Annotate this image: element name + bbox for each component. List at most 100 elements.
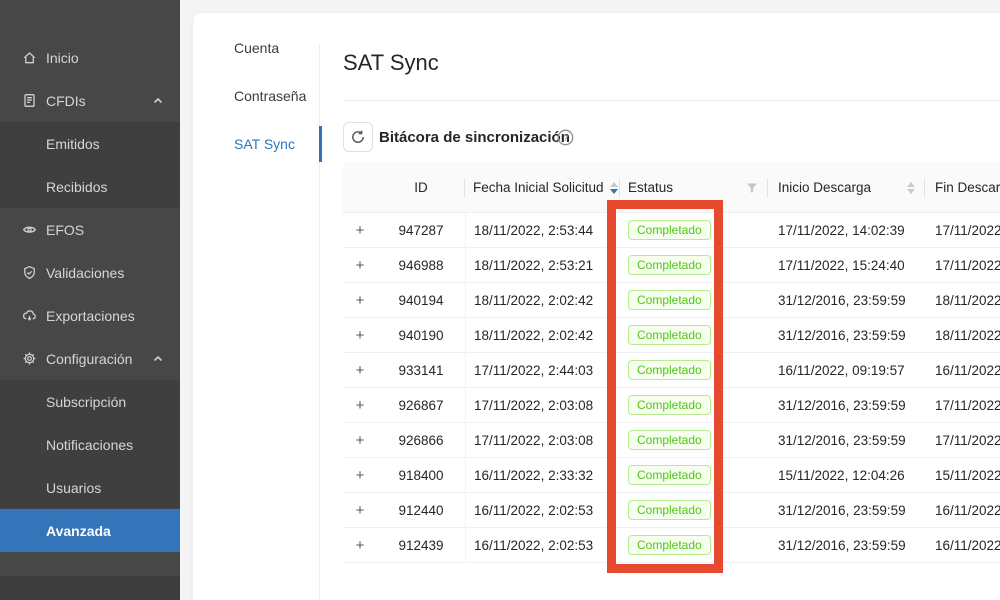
settings-tab-cuenta[interactable]: Cuenta [193,24,319,72]
status-badge: Completado [628,360,711,380]
configuracion-submenu: Subscripción Notificaciones Usuarios Ava… [0,380,180,552]
expand-row-button[interactable]: + [343,493,377,527]
expand-row-button[interactable]: + [343,318,377,352]
sidebar-item-subscripcion[interactable]: Subscripción [0,380,180,423]
cell-inicio-descarga: 17/11/2022, 14:02:39 [768,213,925,247]
title-divider [343,100,1000,101]
eye-icon [22,222,37,237]
status-badge: Completado [628,535,711,555]
sidebar-item-emitidos[interactable]: Emitidos [0,122,180,165]
log-section-title: Bitácora de sincronización [379,129,570,147]
settings-nav: Cuenta Contraseña SAT Sync [193,24,319,168]
cell-estatus: Completado [620,388,768,422]
expand-row-button[interactable]: + [343,458,377,492]
cell-inicio-descarga: 15/11/2022, 12:04:26 [768,458,925,492]
cell-inicio-descarga: 31/12/2016, 23:59:59 [768,283,925,317]
cell-id: 933141 [377,353,465,387]
cell-inicio-descarga: 31/12/2016, 23:59:59 [768,423,925,457]
filter-icon[interactable] [746,182,758,194]
sidebar-item-exportaciones[interactable]: Exportaciones [0,294,180,337]
sidebar-item-efos[interactable]: EFOS [0,208,180,251]
help-icon[interactable]: ? [557,129,574,146]
cell-fecha-inicial: 16/11/2022, 2:02:53 [465,528,620,562]
settings-tab-sat-sync[interactable]: SAT Sync [193,120,319,168]
cell-id: 947287 [377,213,465,247]
col-header-id[interactable]: ID [377,163,465,212]
sidebar-item-cfdis[interactable]: CFDIs [0,79,180,122]
status-badge: Completado [628,325,711,345]
col-header-estatus[interactable]: Estatus [620,163,768,212]
cell-estatus: Completado [620,528,768,562]
table-row: + 918400 16/11/2022, 2:33:32 Completado … [343,458,1000,493]
cell-fecha-inicial: 17/11/2022, 2:03:08 [465,423,620,457]
expand-row-button[interactable]: + [343,528,377,562]
cell-id: 926866 [377,423,465,457]
status-badge: Completado [628,430,711,450]
sort-icon [907,182,915,194]
col-header-fin-descarga[interactable]: Fin Descarga [925,163,1000,212]
cfdis-submenu: Emitidos Recibidos [0,122,180,208]
cell-fin-descarga: 18/11/2022, [925,318,1000,352]
table-header-row: ID Fecha Inicial Solicitud Estatus Inici… [343,163,1000,213]
sidebar-item-label: Inicio [46,50,79,66]
expand-row-button[interactable]: + [343,248,377,282]
gear-icon [22,351,37,366]
cell-estatus: Completado [620,248,768,282]
chevron-up-icon [152,95,164,107]
status-badge: Completado [628,255,711,275]
expand-row-button[interactable]: + [343,213,377,247]
cell-estatus: Completado [620,213,768,247]
sidebar-item-label: CFDIs [46,93,86,109]
cell-id: 918400 [377,458,465,492]
sidebar-item-label: Validaciones [46,265,124,281]
cell-id: 946988 [377,248,465,282]
cell-inicio-descarga: 31/12/2016, 23:59:59 [768,493,925,527]
cell-inicio-descarga: 31/12/2016, 23:59:59 [768,388,925,422]
cell-id: 926867 [377,388,465,422]
cell-fin-descarga: 17/11/2022, [925,423,1000,457]
cell-inicio-descarga: 31/12/2016, 23:59:59 [768,528,925,562]
cell-fecha-inicial: 17/11/2022, 2:03:08 [465,388,620,422]
table-row: + 926866 17/11/2022, 2:03:08 Completado … [343,423,1000,458]
table-row: + 912439 16/11/2022, 2:02:53 Completado … [343,528,1000,563]
cell-id: 940194 [377,283,465,317]
sidebar-item-label: EFOS [46,222,84,238]
sidebar-item-avanzada[interactable]: Avanzada [0,509,180,552]
col-header-inicio-descarga[interactable]: Inicio Descarga [768,163,925,212]
refresh-button[interactable] [343,122,373,152]
settings-tab-contrasena[interactable]: Contraseña [193,72,319,120]
sidebar: Inicio CFDIs Emitidos Recibidos EFOS Val… [0,0,180,600]
sidebar-footer [0,576,180,600]
expand-row-button[interactable]: + [343,388,377,422]
sidebar-item-notificaciones[interactable]: Notificaciones [0,423,180,466]
cell-estatus: Completado [620,493,768,527]
col-header-fecha-inicial[interactable]: Fecha Inicial Solicitud [465,163,620,212]
sidebar-item-usuarios[interactable]: Usuarios [0,466,180,509]
cell-estatus: Completado [620,458,768,492]
sidebar-item-configuracion[interactable]: Configuración [0,337,180,380]
expand-row-button[interactable]: + [343,283,377,317]
sync-icon [350,129,366,145]
cell-fin-descarga: 16/11/2022, [925,528,1000,562]
cell-id: 940190 [377,318,465,352]
expand-row-button[interactable]: + [343,353,377,387]
sidebar-item-label: Configuración [46,351,132,367]
table-row: + 912440 16/11/2022, 2:02:53 Completado … [343,493,1000,528]
sidebar-item-inicio[interactable]: Inicio [0,36,180,79]
table-row: + 926867 17/11/2022, 2:03:08 Completado … [343,388,1000,423]
table-row: + 940194 18/11/2022, 2:02:42 Completado … [343,283,1000,318]
cell-estatus: Completado [620,423,768,457]
status-badge: Completado [628,500,711,520]
expand-row-button[interactable]: + [343,423,377,457]
page-title: SAT Sync [343,50,439,76]
cell-fecha-inicial: 16/11/2022, 2:33:32 [465,458,620,492]
cell-estatus: Completado [620,353,768,387]
cell-id: 912439 [377,528,465,562]
cell-inicio-descarga: 31/12/2016, 23:59:59 [768,318,925,352]
app-window: Inicio CFDIs Emitidos Recibidos EFOS Val… [0,0,1000,600]
sidebar-item-recibidos[interactable]: Recibidos [0,165,180,208]
sort-icon [610,182,618,194]
sidebar-item-validaciones[interactable]: Validaciones [0,251,180,294]
cell-fin-descarga: 17/11/2022, [925,388,1000,422]
cell-fecha-inicial: 16/11/2022, 2:02:53 [465,493,620,527]
